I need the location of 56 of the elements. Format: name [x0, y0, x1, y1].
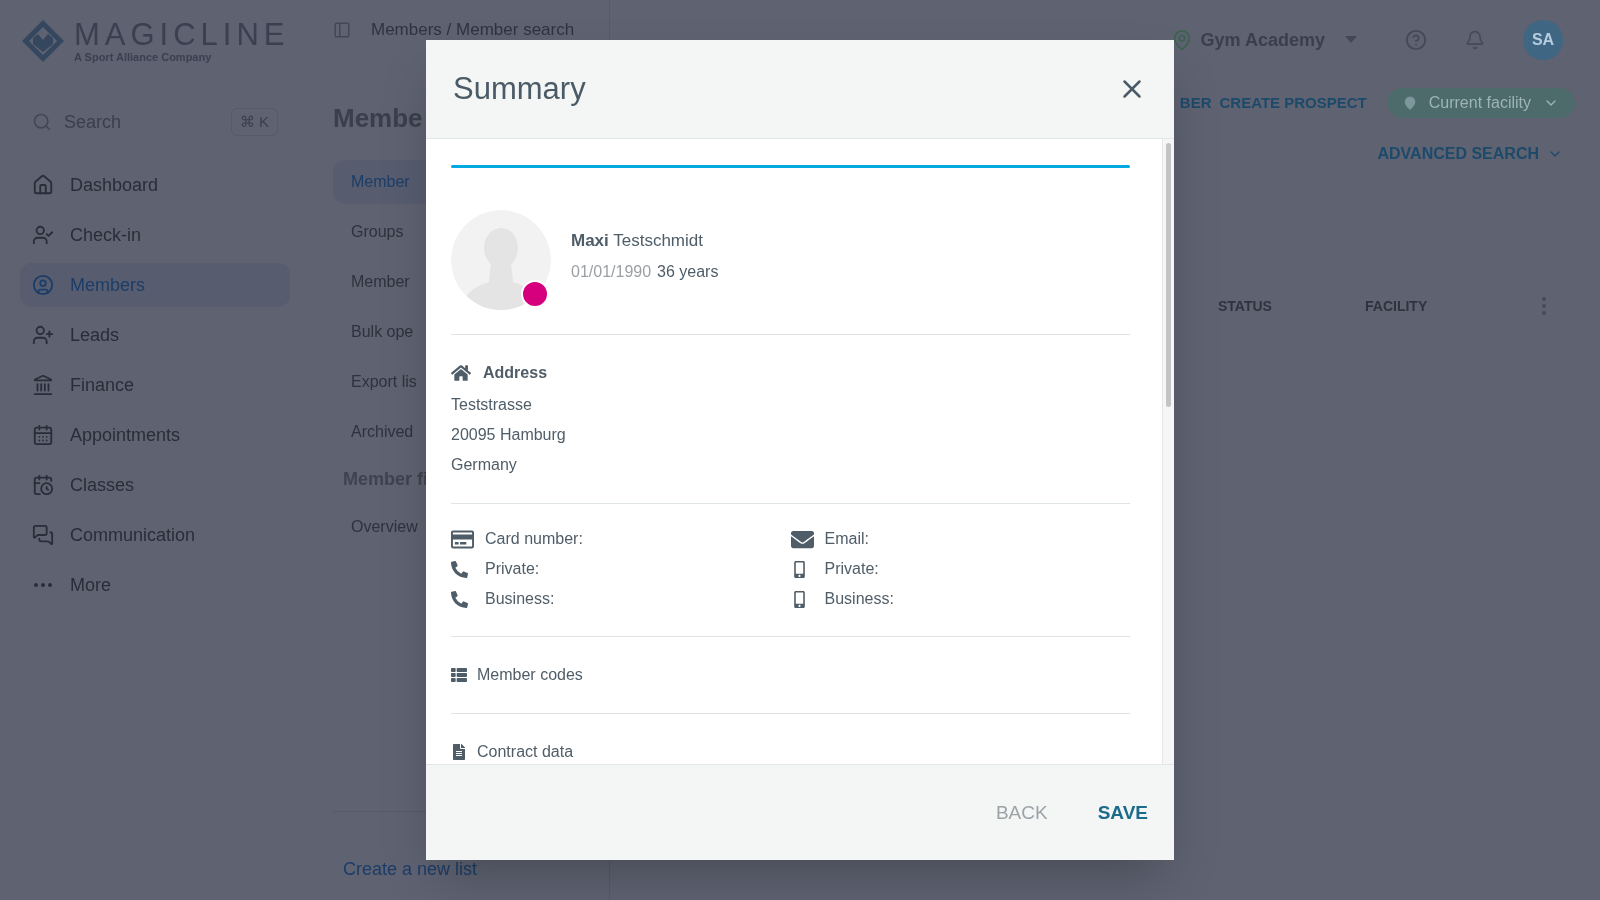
sidebar-item[interactable]: Members — [20, 263, 290, 307]
sidebar-item[interactable]: Classes — [20, 463, 290, 507]
phone-icon — [451, 560, 468, 578]
calendar-icon — [32, 424, 54, 446]
address-line: Germany — [451, 455, 518, 475]
address-heading: Address — [483, 363, 548, 383]
contact-label: Business: — [824, 589, 894, 609]
action-link[interactable]: CREATE PROSPECT — [1219, 91, 1367, 115]
house-icon — [451, 363, 471, 383]
create-list-link[interactable]: Create a new list — [343, 856, 478, 883]
chat-icon — [32, 524, 54, 546]
member-age: 36 years — [657, 261, 719, 282]
user-avatar[interactable]: SA — [1523, 20, 1563, 60]
panel-toggle-icon[interactable] — [333, 21, 351, 39]
facility-filter[interactable]: Current facility — [1386, 88, 1575, 118]
dialog-title: Summary — [453, 69, 586, 108]
address-line: Teststrasse — [451, 395, 533, 415]
contact-label: Card number: — [485, 529, 583, 549]
more-icon — [34, 583, 52, 587]
sidebar-item[interactable]: Dashboard — [20, 163, 290, 207]
sidebar-item[interactable]: Finance — [20, 363, 290, 407]
address-line: 20095 Hamburg — [451, 425, 567, 445]
sidebar-item[interactable]: More — [20, 563, 290, 607]
scrollbar-thumb[interactable] — [1166, 143, 1171, 407]
help-icon[interactable] — [1405, 29, 1427, 51]
summary-section[interactable]: Member codes — [451, 663, 1130, 687]
member-name: Maxi Testschmidt — [571, 230, 704, 253]
user-plus-icon — [32, 324, 54, 346]
save-button[interactable]: SAVE — [1097, 799, 1148, 828]
calendar-clock-icon — [32, 474, 54, 496]
bank-icon — [32, 374, 54, 396]
sidebar-item[interactable]: Appointments — [20, 413, 290, 457]
contact-label: Email: — [824, 529, 869, 549]
summary-section[interactable]: Contract data — [451, 740, 1130, 764]
birth-date: 01/01/1990 — [571, 261, 652, 282]
user-check-icon — [32, 224, 54, 246]
document-icon — [451, 744, 467, 760]
advanced-search-link[interactable]: ADVANCED SEARCH — [1377, 142, 1563, 166]
home-icon — [32, 174, 54, 196]
bell-icon[interactable] — [1465, 30, 1485, 50]
sidebar-item[interactable]: Check-in — [20, 213, 290, 257]
action-link[interactable]: BER — [1179, 91, 1212, 115]
back-button[interactable]: BACK — [995, 799, 1048, 828]
sidebar-item[interactable]: Leads — [20, 313, 290, 357]
caret-icon[interactable] — [1345, 36, 1357, 44]
logo-icon — [20, 18, 66, 64]
contact-label: Private: — [485, 559, 540, 579]
location-pin-icon — [1402, 96, 1417, 110]
contact-label: Business: — [485, 589, 555, 609]
contact-label: Private: — [824, 559, 879, 579]
user-circle-icon — [32, 274, 54, 296]
search-icon — [32, 112, 52, 132]
sidebar-item[interactable]: Communication — [20, 513, 290, 557]
subnav-item[interactable]: Member — [333, 160, 426, 204]
list-icon — [451, 667, 467, 683]
phone-icon — [451, 590, 468, 608]
